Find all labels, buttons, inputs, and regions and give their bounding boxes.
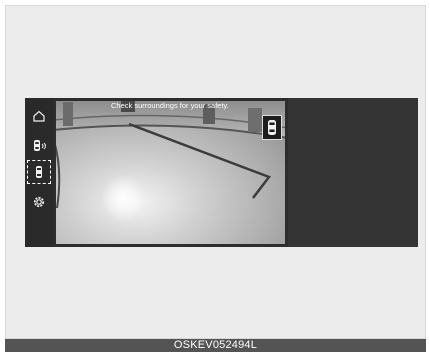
home-icon [33,110,45,122]
home-button[interactable] [27,104,51,128]
parking-sensor-button[interactable] [27,134,51,158]
rear-camera-view: Check surroundings for your safety. [53,98,288,247]
view-mode-button[interactable] [262,115,282,140]
car-top-view-icon [36,166,42,178]
gear-icon [33,196,45,208]
safety-message: Check surroundings for your safety. [111,101,229,110]
figure-code: OSKEV052494L [5,339,426,352]
rear-view-button[interactable] [27,160,51,184]
infotainment-screen: Check surroundings for your safety. [25,98,418,247]
camera-image [53,98,288,247]
settings-button[interactable] [27,190,51,214]
car-icon [268,120,276,135]
sidebar [25,98,53,247]
right-panel [288,98,418,247]
car-sound-icon [34,140,46,151]
